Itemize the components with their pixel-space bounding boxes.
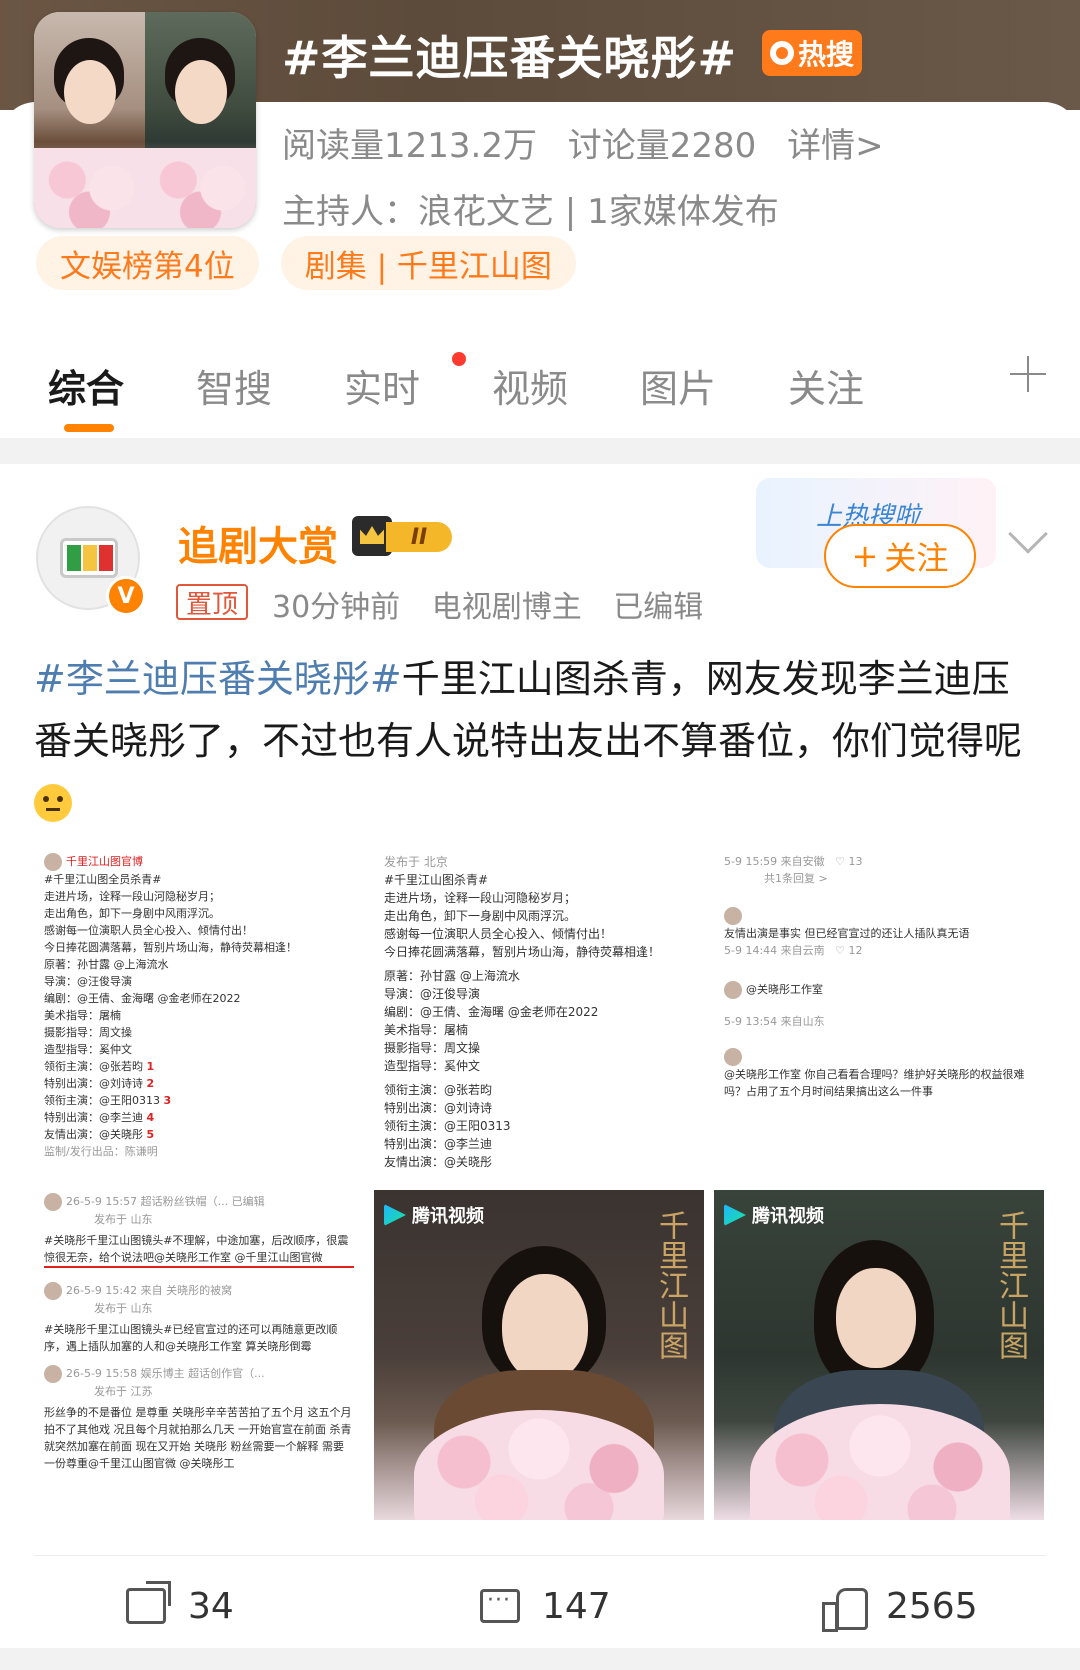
tab-following[interactable]: 关注: [788, 358, 864, 413]
pinned-badge: 置顶: [176, 584, 249, 620]
topic-tags: 文娱榜第4位 剧集 | 千里江山图: [36, 236, 576, 290]
tab-realtime[interactable]: 实时: [344, 358, 420, 413]
post-meta: 30分钟前 电视剧博主 已编辑: [272, 582, 725, 626]
comments-screenshot-2: 26-5-9 15:57 超话粉丝铁帽（... 已编辑 发布于 山东 #关晓彤千…: [34, 1185, 364, 1515]
share-count: 34: [188, 1585, 234, 1627]
ranking-tag[interactable]: 文娱榜第4位: [36, 236, 259, 290]
section-divider: [0, 438, 1080, 464]
like-button[interactable]: 2565: [822, 1578, 978, 1634]
actress-photo-1: 腾讯视频 千里江山图: [374, 1190, 704, 1520]
actress-photo-2: 腾讯视频 千里江山图: [714, 1190, 1044, 1520]
follow-button[interactable]: + 关注: [824, 524, 976, 588]
image-3[interactable]: 5-9 15:59 来自安徽 ♡ 13 共1条回复 > 友情出演是事实 但已经官…: [714, 845, 1044, 1175]
image-2[interactable]: 发布于 北京 #千里江山图杀青# 走进片场，诠释一段山河隐秘岁月； 走出角色，卸…: [374, 845, 704, 1175]
drama-tag[interactable]: 剧集 | 千里江山图: [280, 236, 576, 290]
chevron-down-icon[interactable]: [1008, 514, 1048, 554]
post-time: 30分钟前: [272, 590, 401, 625]
author-role: 电视剧博主: [431, 590, 582, 625]
tab-bar: 综合 智搜 实时 视频 图片 关注: [0, 340, 1080, 440]
post-hashtag[interactable]: #李兰迪压番关晓彤#: [34, 657, 402, 701]
topic-title: #李兰迪压番关晓彤#: [282, 31, 738, 85]
comments-screenshot-1: 5-9 15:59 来自安徽 ♡ 13 共1条回复 > 友情出演是事实 但已经官…: [714, 845, 1044, 1175]
share-icon: [126, 1581, 171, 1624]
realtime-notification-dot: [452, 352, 466, 366]
post-body: #李兰迪压番关晓彤#千里江山图杀青，网友发现李兰迪压番关晓彤了，不过也有人说特出…: [34, 648, 1044, 834]
thumbnail-left-portrait: [34, 12, 145, 228]
tab-images[interactable]: 图片: [640, 358, 716, 413]
comment-button[interactable]: 147: [480, 1578, 611, 1634]
footer-divider: [34, 1555, 1046, 1556]
follow-label: 关注: [884, 539, 949, 577]
image-1[interactable]: 千里江山图官博 #千里江山图全员杀青# 走进片场，诠释一段山河隐秘岁月； 走出角…: [34, 845, 364, 1175]
announcement-screenshot-2: 发布于 北京 #千里江山图杀青# 走进片场，诠释一段山河隐秘岁月； 走出角色，卸…: [374, 845, 704, 1175]
edited-label[interactable]: 已编辑: [613, 590, 703, 625]
share-button[interactable]: 34: [126, 1578, 234, 1634]
plus-icon: +: [851, 537, 879, 575]
image-5[interactable]: 腾讯视频 千里江山图: [374, 1190, 704, 1520]
add-tab-icon[interactable]: [1010, 356, 1046, 392]
member-level: II: [386, 522, 452, 552]
username[interactable]: 追剧大赏: [178, 514, 338, 572]
hot-search-badge[interactable]: 热搜: [762, 30, 862, 76]
image-6[interactable]: 腾讯视频 千里江山图: [714, 1190, 1044, 1520]
details-link[interactable]: 详情>: [787, 126, 884, 166]
hot-icon: [769, 41, 794, 65]
tencent-video-logo: 腾讯视频: [384, 1202, 484, 1228]
tab-smart-search[interactable]: 智搜: [196, 358, 272, 413]
discussion-count: 讨论量2280: [567, 126, 757, 166]
tab-video[interactable]: 视频: [492, 358, 568, 413]
tab-comprehensive[interactable]: 综合: [48, 358, 124, 413]
hot-badge-label: 热搜: [797, 38, 854, 71]
thumbs-up-icon: [822, 1586, 868, 1632]
drama-title-watermark: 千里江山图: [993, 1210, 1028, 1360]
read-count: 阅读量1213.2万: [282, 126, 537, 166]
drama-title-watermark: 千里江山图: [653, 1210, 688, 1360]
member-crown-badge[interactable]: II: [352, 516, 456, 558]
comment-icon: [480, 1588, 520, 1623]
thumbnail-right-portrait: [145, 12, 256, 228]
topic-thumbnail[interactable]: [34, 12, 256, 228]
topic-stats: 阅读量1213.2万 讨论量2280 详情>: [282, 118, 904, 167]
image-4[interactable]: 26-5-9 15:57 超话粉丝铁帽（... 已编辑 发布于 山东 #关晓彤千…: [34, 1185, 364, 1515]
announcement-screenshot-1: 千里江山图官博 #千里江山图全员杀青# 走进片场，诠释一段山河隐秘岁月； 走出角…: [34, 845, 364, 1175]
active-tab-indicator: [64, 424, 114, 432]
tencent-video-logo: 腾讯视频: [724, 1202, 824, 1228]
thinking-emoji-icon: [34, 784, 72, 822]
verified-icon: V: [106, 576, 146, 616]
bottom-divider: [0, 1648, 1080, 1670]
like-count: 2565: [886, 1585, 978, 1627]
topic-host: 主持人：浪花文艺 | 1家媒体发布: [282, 192, 779, 232]
tv-icon: [60, 538, 118, 578]
comment-count: 147: [542, 1585, 611, 1627]
